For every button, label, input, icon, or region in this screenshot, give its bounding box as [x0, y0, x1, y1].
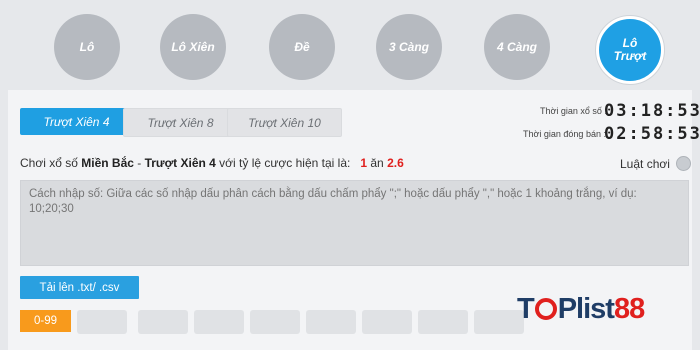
number-cell[interactable] [306, 310, 356, 334]
logo-text-right: 88 [613, 293, 645, 325]
toplist88-logo: T Plist88 [517, 293, 645, 326]
number-cell[interactable] [138, 310, 188, 334]
nav-item-3-cang[interactable]: 3 Càng [376, 14, 442, 80]
ratio-word: ăn [370, 156, 384, 170]
rules-link[interactable]: Luật chơi [620, 156, 691, 171]
nav-item-lo[interactable]: Lô [54, 14, 120, 80]
lottery-time-value: 03:18:53 [604, 101, 700, 121]
ratio-left: 1 [360, 156, 368, 170]
number-cell[interactable] [250, 310, 300, 334]
nav-item-label: Lô Xiên [171, 40, 215, 54]
rules-label: Luật chơi [620, 156, 670, 171]
nav-item-4-cang[interactable]: 4 Càng [484, 14, 550, 80]
lottery-time-label: Thời gian xổ số : [540, 106, 607, 116]
number-cell[interactable] [77, 310, 127, 334]
info-middle: với tỷ lệ cược hiện tại là: [215, 156, 351, 170]
logo-text-mid: Plist [557, 293, 615, 325]
nav-item-label: Lô Trượt [613, 36, 647, 63]
info-prefix: Chơi xổ số [20, 156, 82, 170]
number-cell[interactable] [362, 310, 412, 334]
nav-item-label: 3 Càng [388, 40, 429, 54]
rules-icon [675, 156, 691, 171]
nav-item-de[interactable]: Đề [269, 14, 335, 80]
tab-truot-xien-4[interactable]: Trượt Xiên 4 [20, 108, 133, 135]
tab-label: Trượt Xiên 4 [43, 114, 110, 129]
info-region: Miền Bắc [81, 156, 134, 170]
nav-item-label: Lô [79, 40, 95, 54]
close-time-label: Thời gian đóng bán : [523, 129, 606, 139]
info-game: Trượt Xiên 4 [144, 156, 216, 170]
number-input[interactable] [20, 180, 689, 266]
nav-item-lo-truot[interactable]: Lô Trượt [596, 16, 664, 84]
number-cell[interactable] [418, 310, 468, 334]
logo-text-left: T [517, 293, 535, 325]
range-label: 0-99 [33, 315, 58, 327]
upload-file-button[interactable]: Tải lên .txt/ .csv [20, 276, 139, 299]
number-cell[interactable] [194, 310, 244, 334]
nav-item-label: 4 Càng [496, 40, 537, 54]
tab-truot-xien-8[interactable]: Trượt Xiên 8 [123, 108, 238, 137]
close-time-value: 02:58:53 [604, 124, 700, 144]
range-button[interactable]: 0-99 [20, 310, 71, 332]
game-info: Chơi xổ số Miền Bắc - Trượt Xiên 4 với t… [20, 156, 404, 170]
tab-label: Trượt Xiên 10 [248, 115, 321, 130]
tab-truot-xien-10[interactable]: Trượt Xiên 10 [227, 108, 342, 137]
game-type-nav: Lô Lô Xiên Đề 3 Càng 4 Càng Lô Trượt [0, 0, 700, 90]
tab-label: Trượt Xiên 8 [147, 115, 214, 130]
upload-label: Tải lên .txt/ .csv [39, 281, 120, 294]
logo-o-icon [534, 298, 557, 320]
nav-item-lo-xien[interactable]: Lô Xiên [160, 14, 226, 80]
ratio-right: 2.6 [387, 156, 404, 170]
info-dash: - [133, 156, 145, 170]
nav-item-label: Đề [294, 40, 310, 54]
